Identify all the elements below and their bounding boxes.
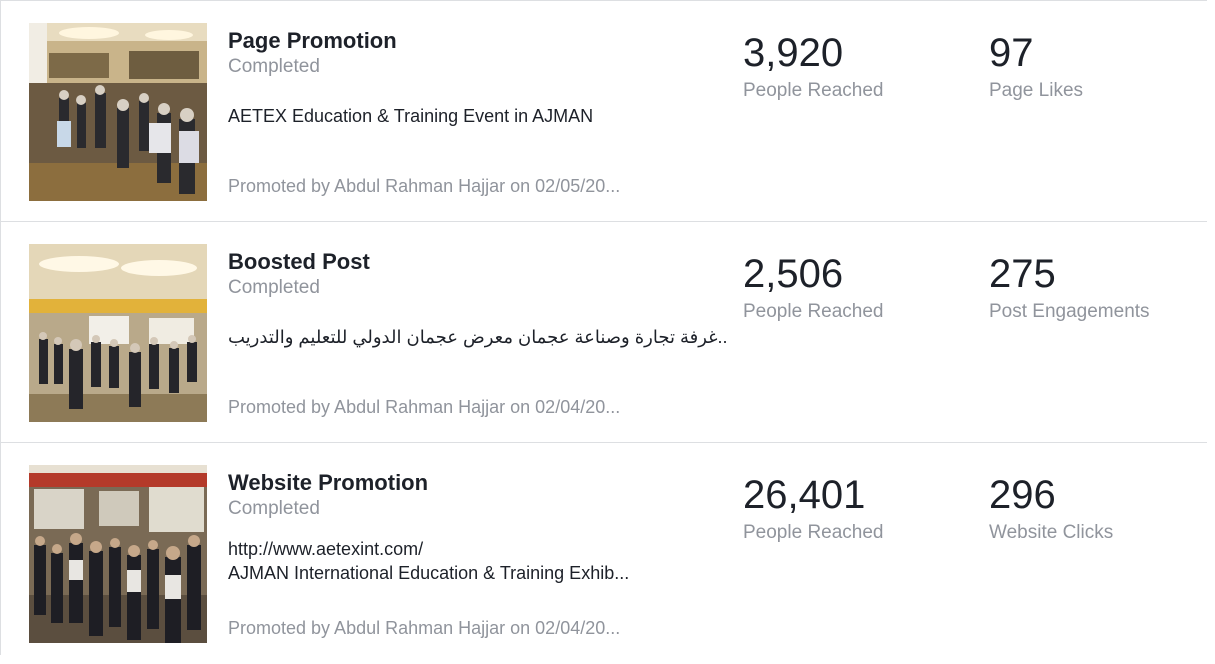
promoted-by-text: Promoted by Abdul Rahman Hajjar on 02/04… — [228, 397, 621, 417]
promotion-info: Website Promotion Completed http://www.a… — [228, 470, 718, 585]
metric-value: 275 — [989, 252, 1056, 296]
metric-label: Page Likes — [989, 80, 1084, 101]
metric-page-likes: 97 Page Likes — [989, 31, 1083, 103]
promotion-description: AETEX Education & Training Event in AJMA… — [228, 106, 594, 126]
metric-label: People Reached — [743, 301, 884, 322]
promotion-title[interactable]: Boosted Post — [228, 249, 718, 275]
promotion-title[interactable]: Page Promotion — [228, 28, 718, 54]
promotion-description: AJMAN International Education & Training… — [228, 563, 630, 583]
promoted-by-text: Promoted by Abdul Rahman Hajjar on 02/05… — [228, 176, 621, 196]
promotion-info: Page Promotion Completed AETEX Education… — [228, 28, 718, 128]
metric-label: People Reached — [743, 80, 884, 101]
metric-value: 2,506 — [743, 252, 844, 296]
promotions-list: Page Promotion Completed AETEX Education… — [0, 0, 1207, 655]
metric-label: Post Engagements — [989, 301, 1150, 322]
exhibition-hall-photo-icon — [29, 244, 207, 422]
metric-value: 296 — [989, 473, 1056, 517]
promotion-status: Completed — [228, 56, 320, 77]
promotion-status: Completed — [228, 498, 320, 519]
metric-label: Website Clicks — [989, 522, 1114, 543]
promotion-row-website-promotion[interactable]: Website Promotion Completed http://www.a… — [1, 443, 1207, 664]
promotion-thumbnail[interactable] — [29, 244, 207, 422]
metric-post-engagements: 275 Post Engagements — [989, 252, 1150, 324]
metric-value: 97 — [989, 31, 1034, 75]
metric-value: 26,401 — [743, 473, 866, 517]
promotion-link[interactable]: http://www.aetexint.com/ — [228, 537, 718, 561]
promotion-info: Boosted Post Completed ..غرفة تجارة وصنا… — [228, 249, 728, 349]
promotion-thumbnail[interactable] — [29, 23, 207, 201]
metric-website-clicks: 296 Website Clicks — [989, 473, 1113, 545]
exhibition-hall-photo-icon — [29, 465, 207, 643]
promotion-description: ..غرفة تجارة وصناعة عجمان معرض عجمان الد… — [228, 325, 728, 349]
promoted-by-text: Promoted by Abdul Rahman Hajjar on 02/04… — [228, 618, 621, 638]
exhibition-hall-photo-icon — [29, 23, 207, 201]
promotion-row-page-promotion[interactable]: Page Promotion Completed AETEX Education… — [1, 1, 1207, 222]
promotion-status: Completed — [228, 277, 320, 298]
metric-value: 3,920 — [743, 31, 844, 75]
promotion-description-text: ..غرفة تجارة وصناعة عجمان معرض عجمان الد… — [228, 327, 728, 347]
metric-people-reached: 3,920 People Reached — [743, 31, 884, 103]
promotion-row-boosted-post[interactable]: Boosted Post Completed ..غرفة تجارة وصنا… — [1, 222, 1207, 443]
metric-people-reached: 2,506 People Reached — [743, 252, 884, 324]
promotion-thumbnail[interactable] — [29, 465, 207, 643]
metric-label: People Reached — [743, 522, 884, 543]
metric-people-reached: 26,401 People Reached — [743, 473, 884, 545]
promotion-title[interactable]: Website Promotion — [228, 470, 718, 496]
